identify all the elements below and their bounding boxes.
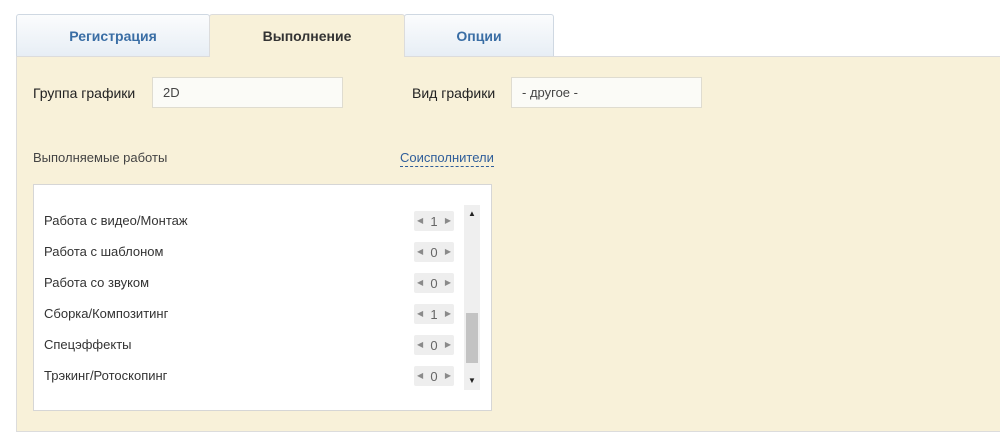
work-name: Работа с шаблоном bbox=[44, 244, 164, 259]
quantity-stepper[interactable]: ◀ 0 ▶ bbox=[414, 366, 454, 386]
tab-registration[interactable]: Регистрация bbox=[16, 14, 210, 56]
works-list[interactable]: Работа с видео/Монтаж ◀ 1 ▶ Работа с шаб… bbox=[33, 184, 492, 411]
triangle-left-icon[interactable]: ◀ bbox=[417, 217, 423, 225]
tab-execution[interactable]: Выполнение bbox=[209, 14, 405, 57]
graphics-group-field[interactable]: 2D bbox=[152, 77, 343, 108]
list-item: Работа с шаблоном ◀ 0 ▶ bbox=[44, 240, 454, 264]
vertical-scrollbar[interactable]: ▲ ▼ bbox=[464, 205, 480, 390]
triangle-right-icon[interactable]: ▶ bbox=[445, 372, 451, 380]
triangle-left-icon[interactable]: ◀ bbox=[417, 341, 423, 349]
quantity-stepper[interactable]: ◀ 0 ▶ bbox=[414, 273, 454, 293]
list-item: Трэкинг/Ротоскопинг ◀ 0 ▶ bbox=[44, 364, 454, 388]
list-item: Работа с видео/Монтаж ◀ 1 ▶ bbox=[44, 209, 454, 233]
triangle-right-icon[interactable]: ▶ bbox=[445, 279, 451, 287]
works-label: Выполняемые работы bbox=[33, 150, 168, 165]
execution-panel: Группа графики 2D Вид графики - другое -… bbox=[16, 56, 1000, 432]
tab-options[interactable]: Опции bbox=[404, 14, 554, 56]
triangle-up-icon[interactable]: ▲ bbox=[464, 207, 480, 221]
work-name: Сборка/Композитинг bbox=[44, 306, 169, 321]
work-name: Трэкинг/Ротоскопинг bbox=[44, 368, 168, 383]
quantity-stepper[interactable]: ◀ 1 ▶ bbox=[414, 211, 454, 231]
stepper-value: 0 bbox=[430, 244, 438, 260]
stepper-value: 0 bbox=[430, 368, 438, 384]
work-name: Спецэффекты bbox=[44, 337, 132, 352]
triangle-right-icon[interactable]: ▶ bbox=[445, 217, 451, 225]
stepper-value: 1 bbox=[430, 306, 438, 322]
list-item: Спецэффекты ◀ 0 ▶ bbox=[44, 333, 454, 357]
triangle-left-icon[interactable]: ◀ bbox=[417, 310, 423, 318]
work-name: Работа со звуком bbox=[44, 275, 150, 290]
triangle-right-icon[interactable]: ▶ bbox=[445, 341, 451, 349]
triangle-right-icon[interactable]: ▶ bbox=[445, 248, 451, 256]
list-item: Работа со звуком ◀ 0 ▶ bbox=[44, 271, 454, 295]
stepper-value: 0 bbox=[430, 337, 438, 353]
triangle-right-icon[interactable]: ▶ bbox=[445, 310, 451, 318]
quantity-stepper[interactable]: ◀ 1 ▶ bbox=[414, 304, 454, 324]
triangle-down-icon[interactable]: ▼ bbox=[464, 374, 480, 388]
list-item: Сборка/Композитинг ◀ 1 ▶ bbox=[44, 302, 454, 326]
triangle-left-icon[interactable]: ◀ bbox=[417, 279, 423, 287]
quantity-stepper[interactable]: ◀ 0 ▶ bbox=[414, 242, 454, 262]
quantity-stepper[interactable]: ◀ 0 ▶ bbox=[414, 335, 454, 355]
graphics-type-select[interactable]: - другое - bbox=[511, 77, 702, 108]
work-name: Работа с видео/Монтаж bbox=[44, 213, 188, 228]
triangle-left-icon[interactable]: ◀ bbox=[417, 372, 423, 380]
graphics-group-label: Группа графики bbox=[33, 85, 136, 101]
scrollbar-thumb[interactable] bbox=[466, 313, 478, 363]
stepper-value: 1 bbox=[430, 213, 438, 229]
coexecutors-link[interactable]: Соисполнители bbox=[400, 150, 494, 167]
graphics-type-label: Вид графики bbox=[412, 85, 496, 101]
stepper-value: 0 bbox=[430, 275, 438, 291]
triangle-left-icon[interactable]: ◀ bbox=[417, 248, 423, 256]
